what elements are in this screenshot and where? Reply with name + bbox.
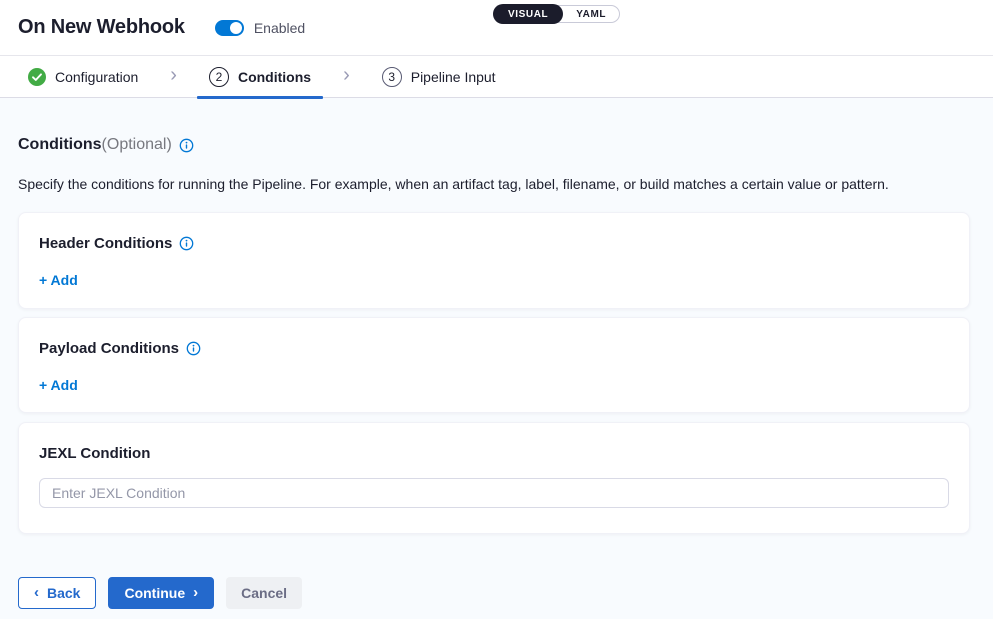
- card-title-row: JEXL Condition: [39, 445, 949, 462]
- jexl-condition-card: JEXL Condition: [18, 422, 970, 534]
- step-number-badge: 2: [209, 67, 229, 87]
- stepper-tabbar: Configuration › 2 Conditions › 3 Pipelin…: [0, 56, 993, 98]
- section-title: Conditions: [18, 136, 102, 154]
- back-button[interactable]: ‹ Back: [18, 577, 96, 609]
- info-icon[interactable]: [186, 341, 201, 356]
- cancel-button-label: Cancel: [241, 585, 287, 601]
- payload-conditions-card: Payload Conditions + Add: [18, 317, 970, 413]
- active-tab-underline: [197, 96, 323, 99]
- continue-button-label: Continue: [124, 585, 185, 601]
- visual-toggle-button[interactable]: VISUAL: [493, 4, 563, 24]
- yaml-toggle-button[interactable]: YAML: [563, 5, 619, 23]
- chevron-left-icon: ‹: [34, 585, 39, 602]
- jexl-condition-input[interactable]: [39, 478, 949, 508]
- cancel-button[interactable]: Cancel: [226, 577, 302, 609]
- card-title-row: Header Conditions: [39, 235, 949, 252]
- enabled-toggle-label: Enabled: [254, 20, 305, 36]
- tab-conditions-label: Conditions: [238, 69, 311, 85]
- info-icon[interactable]: [179, 236, 194, 251]
- page-title: On New Webhook: [18, 16, 185, 39]
- chevron-right-icon: ›: [170, 65, 177, 88]
- chevron-right-icon: ›: [343, 65, 350, 88]
- visual-yaml-toggle: VISUAL YAML: [493, 5, 620, 23]
- toggle-knob: [230, 22, 242, 34]
- chevron-right-icon: ›: [193, 585, 198, 602]
- tab-configuration-label: Configuration: [55, 69, 138, 85]
- section-optional-label: (Optional): [102, 136, 172, 154]
- continue-button[interactable]: Continue ›: [108, 577, 214, 609]
- add-header-condition-button[interactable]: + Add: [39, 272, 78, 288]
- conditions-panel: Conditions (Optional) Specify the condit…: [0, 98, 993, 619]
- enabled-toggle[interactable]: [215, 20, 244, 36]
- tab-pipeline-input[interactable]: 3 Pipeline Input: [370, 56, 508, 98]
- section-heading: Conditions (Optional): [18, 136, 970, 154]
- tab-pipeline-input-label: Pipeline Input: [411, 69, 496, 85]
- tab-conditions[interactable]: 2 Conditions: [197, 56, 323, 98]
- jexl-condition-title: JEXL Condition: [39, 445, 150, 462]
- page-header: On New Webhook Enabled VISUAL YAML: [0, 0, 993, 56]
- header-conditions-card: Header Conditions + Add: [18, 212, 970, 309]
- header-conditions-title: Header Conditions: [39, 235, 172, 252]
- step-number-badge: 3: [382, 67, 402, 87]
- wizard-footer: ‹ Back Continue › Cancel: [18, 577, 970, 609]
- card-title-row: Payload Conditions: [39, 340, 949, 357]
- section-description: Specify the conditions for running the P…: [18, 176, 970, 192]
- payload-conditions-title: Payload Conditions: [39, 340, 179, 357]
- tab-configuration[interactable]: Configuration: [28, 56, 150, 98]
- add-payload-condition-button[interactable]: + Add: [39, 377, 78, 393]
- info-icon[interactable]: [179, 138, 194, 153]
- step-complete-check-icon: [28, 68, 46, 86]
- back-button-label: Back: [47, 585, 80, 601]
